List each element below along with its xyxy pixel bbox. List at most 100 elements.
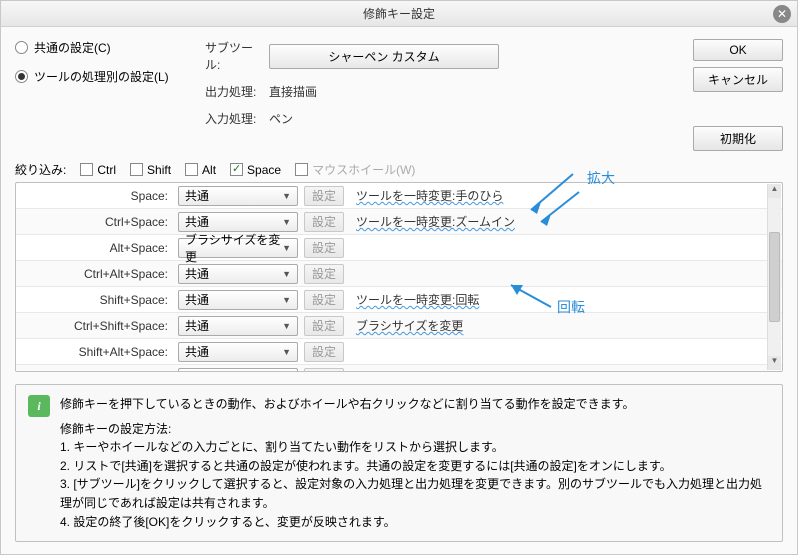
result-text: ツールを一時変更:ズームイン [350, 213, 776, 230]
filter-space[interactable]: Space [230, 163, 281, 177]
result-text: ツールを一時変更:回転 [350, 291, 776, 308]
shortcut-key-label: Space: [22, 189, 172, 203]
scroll-up-icon[interactable]: ▲ [768, 184, 781, 198]
chevron-down-icon: ▼ [282, 217, 291, 227]
shortcut-key-label: Ctrl+Space: [22, 215, 172, 229]
action-select-value: ブラシサイズを変更 [185, 231, 282, 265]
init-label: 初期化 [720, 132, 756, 146]
action-select[interactable]: 共通▼ [178, 290, 298, 310]
chevron-down-icon: ▼ [282, 243, 291, 253]
filter-space-label: Space [247, 163, 281, 177]
result-text: ブラシサイズを変更 [350, 317, 776, 334]
checkbox-icon [80, 163, 93, 176]
action-select-value: 共通 [185, 187, 209, 204]
configure-button[interactable]: 設定 [304, 342, 344, 362]
action-select[interactable]: 共通 ▼ [178, 186, 298, 206]
output-row: 出力処理: 直接描画 [205, 83, 673, 100]
configure-button[interactable]: 設定 [304, 186, 344, 206]
dialog-window: 修飾キー設定 ✕ 共通の設定(C) ツールの処理別の設定(L) サブツール: シ… [0, 0, 798, 555]
action-select-value: 共通 [185, 317, 209, 334]
titlebar: 修飾キー設定 ✕ [1, 1, 797, 27]
input-row: 入力処理: ペン [205, 110, 673, 127]
subtool-value: シャーペン カスタム [328, 50, 439, 64]
info-l3: 3. [サブツール]をクリックして選択すると、設定対象の入力処理と出力処理を変更… [60, 475, 770, 512]
grid-row: Shift+Space:共通▼設定ツールを一時変更:回転 [16, 287, 782, 313]
chevron-down-icon: ▼ [282, 321, 291, 331]
filter-wheel: マウスホイール(W) [295, 161, 415, 178]
filter-ctrl-label: Ctrl [97, 163, 116, 177]
shortcut-key-label: Alt+Space: [22, 241, 172, 255]
radio-common[interactable]: 共通の設定(C) [15, 39, 185, 56]
window-title: 修飾キー設定 [363, 7, 435, 21]
info-box: i 修飾キーを押下しているときの動作、およびホイールや右クリックなどに割り当てる… [15, 384, 783, 542]
radio-icon [15, 41, 28, 54]
action-select[interactable]: 共通▼ [178, 342, 298, 362]
grid-row: Ctrl+Shift+Space:共通▼設定ブラシサイズを変更 [16, 313, 782, 339]
shortcut-grid: Space:共通▼設定ツールを一時変更:手のひらCtrl+Space:共通▼設定… [15, 182, 783, 372]
cancel-label: キャンセル [708, 73, 768, 87]
action-select[interactable]: ブラシサイズを変更▼ [178, 238, 298, 258]
scroll-thumb[interactable] [769, 232, 780, 322]
ok-button[interactable]: OK [693, 39, 783, 61]
radio-icon [15, 70, 28, 83]
radio-per-tool[interactable]: ツールの処理別の設定(L) [15, 68, 185, 85]
grid-row: Shift+Alt+Space: 共通▼ 設定 [16, 339, 782, 365]
action-select[interactable]: 共通▼ [178, 368, 298, 373]
content-area: 共通の設定(C) ツールの処理別の設定(L) サブツール: シャーペン カスタム… [1, 27, 797, 554]
action-select[interactable]: 共通 ▼ [178, 316, 298, 336]
chevron-down-icon: ▼ [282, 191, 291, 201]
action-select-value: 共通 [185, 291, 209, 308]
result-text: ツールを一時変更:手のひら [350, 187, 776, 204]
action-select-value: 共通 [185, 369, 209, 372]
grid-row: Ctrl+Space: 共通 ▼ 設定ツールを一時変更:ズームイン [16, 209, 782, 235]
info-text: 修飾キーを押下しているときの動作、およびホイールや右クリックなどに割り当てる動作… [60, 395, 770, 531]
shortcut-key-label: Shift+Alt+Space: [22, 345, 172, 359]
shortcut-key-label: Ctrl+Alt+Space: [22, 267, 172, 281]
ok-label: OK [729, 43, 746, 57]
scroll-down-icon[interactable]: ▼ [768, 356, 781, 370]
filter-alt[interactable]: Alt [185, 163, 216, 177]
configure-button[interactable]: 設定 [304, 212, 344, 232]
chevron-down-icon: ▼ [282, 269, 291, 279]
configure-button[interactable]: 設定 [304, 290, 344, 310]
configure-button[interactable]: 設定 [304, 316, 344, 336]
init-button[interactable]: 初期化 [693, 126, 783, 151]
button-column: OK キャンセル 初期化 [693, 39, 783, 151]
cancel-button[interactable]: キャンセル [693, 67, 783, 92]
info-l4: 4. 設定の終了後[OK]をクリックすると、変更が反映されます。 [60, 513, 770, 532]
radio-common-label: 共通の設定(C) [34, 39, 111, 56]
checkbox-icon [130, 163, 143, 176]
configure-button[interactable]: 設定 [304, 368, 344, 373]
grid-rows: Space:共通▼設定ツールを一時変更:手のひらCtrl+Space:共通▼設定… [16, 183, 782, 372]
filter-wheel-label: マウスホイール(W) [312, 161, 415, 178]
checkbox-icon [185, 163, 198, 176]
radio-per-tool-label: ツールの処理別の設定(L) [34, 68, 169, 85]
action-select-value: 共通 [185, 265, 209, 282]
info-l2: 2. リストで[共通]を選択すると共通の設定が使われます。共通の設定を変更するに… [60, 457, 770, 476]
action-select-value: 共通 [185, 213, 209, 230]
subtool-column: サブツール: シャーペン カスタム 出力処理: 直接描画 入力処理: ペン [205, 39, 673, 151]
configure-button[interactable]: 設定 [304, 238, 344, 258]
filter-alt-label: Alt [202, 163, 216, 177]
configure-button[interactable]: 設定 [304, 264, 344, 284]
subtool-row: サブツール: シャーペン カスタム [205, 39, 673, 73]
info-heading: 修飾キーの設定方法: [60, 420, 770, 439]
filter-ctrl[interactable]: Ctrl [80, 163, 116, 177]
filter-row: 絞り込み: Ctrl Shift Alt Space マウスホイール(W) [15, 161, 783, 178]
subtool-label: サブツール: [205, 39, 261, 73]
action-select-value: 共通 [185, 343, 209, 360]
checkbox-icon [295, 163, 308, 176]
info-intro: 修飾キーを押下しているときの動作、およびホイールや右クリックなどに割り当てる動作… [60, 395, 770, 414]
input-value: ペン [269, 110, 293, 127]
shortcut-key-label: Ctrl+Shift+Alt+Space: [22, 371, 172, 373]
output-value: 直接描画 [269, 83, 317, 100]
close-icon[interactable]: ✕ [773, 5, 791, 23]
action-select[interactable]: 共通 ▼ [178, 264, 298, 284]
filter-shift-label: Shift [147, 163, 171, 177]
scrollbar[interactable]: ▲ ▼ [767, 184, 781, 370]
grid-row: Ctrl+Alt+Space: 共通 ▼ 設定 [16, 261, 782, 287]
subtool-button[interactable]: シャーペン カスタム [269, 44, 499, 69]
filter-shift[interactable]: Shift [130, 163, 171, 177]
action-select[interactable]: 共通 ▼ [178, 212, 298, 232]
grid-row: Ctrl+Shift+Alt+Space: 共通▼ 設定 [16, 365, 782, 372]
